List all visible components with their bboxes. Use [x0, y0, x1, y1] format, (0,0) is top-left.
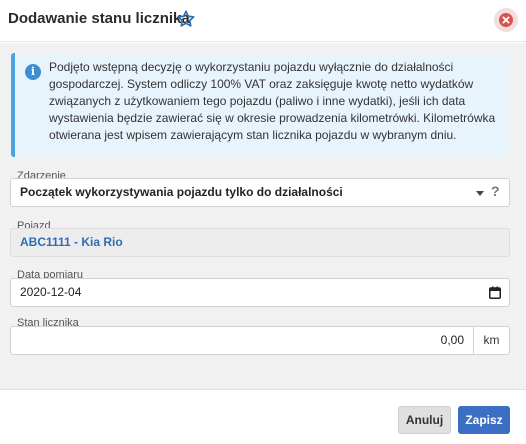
vehicle-value: ABC1111 - Kia Rio — [20, 235, 123, 249]
dialog-header: Dodawanie stanu licznika — [0, 0, 526, 42]
vehicle-field: ABC1111 - Kia Rio — [10, 228, 510, 257]
help-icon[interactable]: ? — [491, 183, 500, 199]
event-select[interactable]: Początek wykorzystywania pojazdu tylko d… — [10, 178, 510, 207]
odometer-value: 0,00 — [440, 333, 464, 347]
dialog-footer: Anuluj Zapisz — [0, 389, 526, 444]
info-text: Podjęto wstępną decyzję o wykorzystaniu … — [49, 60, 496, 142]
dialog-title: Dodawanie stanu licznika — [8, 10, 190, 27]
date-input[interactable]: 2020-12-04 — [10, 278, 510, 307]
dialog-body: i Podjęto wstępną decyzję o wykorzystani… — [0, 43, 526, 389]
info-icon: i — [25, 64, 41, 80]
save-button[interactable]: Zapisz — [458, 406, 510, 434]
odometer-input[interactable]: 0,00 — [10, 326, 474, 355]
close-icon[interactable] — [494, 8, 518, 32]
odometer-unit: km — [473, 326, 510, 355]
info-alert: i Podjęto wstępną decyzję o wykorzystani… — [11, 53, 510, 157]
calendar-icon[interactable] — [489, 286, 501, 299]
star-outline-icon[interactable] — [176, 9, 196, 29]
cancel-button[interactable]: Anuluj — [398, 406, 451, 434]
date-value: 2020-12-04 — [20, 285, 82, 299]
event-select-value: Początek wykorzystywania pojazdu tylko d… — [20, 185, 343, 199]
chevron-down-icon — [476, 191, 484, 196]
